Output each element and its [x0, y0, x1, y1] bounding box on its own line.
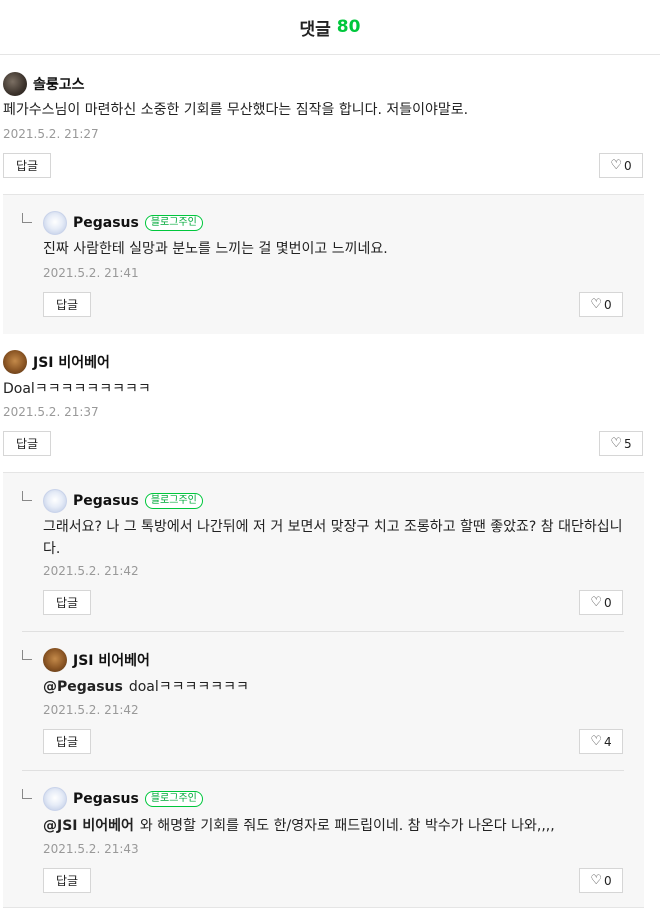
reply-button[interactable]: 답글 [43, 590, 91, 615]
like-button[interactable]: ♡ 5 [599, 431, 643, 456]
comment-author-row: Pegasus 블로그주인 [43, 787, 203, 811]
reply-indent-icon [22, 789, 32, 799]
like-button[interactable]: ♡ 0 [599, 153, 643, 178]
heart-icon: ♡ [590, 595, 602, 610]
comment-text: 페가수스님이 마련하신 소중한 기회를 무산했다는 짐작을 합니다. 저들이야말… [3, 102, 469, 118]
heart-icon: ♡ [610, 436, 622, 451]
avatar[interactable] [43, 787, 67, 811]
avatar[interactable] [43, 211, 67, 235]
comment-text: 그래서요? 나 그 톡방에서 나간뒤에 저 거 보면서 맞장구 치고 조롱하고 … [43, 519, 623, 557]
heart-icon: ♡ [590, 734, 602, 749]
comment-text: doalㅋㅋㅋㅋㅋㅋㅋ [128, 679, 249, 695]
avatar[interactable] [43, 648, 67, 672]
reply-divider [22, 770, 624, 771]
heart-icon: ♡ [590, 873, 602, 888]
comment-text: 와 해명할 기회를 줘도 한/영자로 패드립이네. 참 박수가 나온다 나와,,… [139, 818, 555, 834]
author-name[interactable]: Pegasus [73, 791, 139, 807]
comment-date: 2021.5.2. 21:42 [43, 564, 139, 578]
like-count: 0 [604, 873, 612, 888]
like-button[interactable]: ♡ 4 [579, 729, 623, 754]
reply-button[interactable]: 답글 [43, 292, 91, 317]
comment-date: 2021.5.2. 21:42 [43, 703, 139, 717]
comments-count: 80 [336, 17, 361, 37]
comment-date: 2021.5.2. 21:43 [43, 842, 139, 856]
blog-owner-badge: 블로그주인 [144, 215, 203, 231]
reply-button[interactable]: 답글 [3, 431, 51, 456]
reply-button[interactable]: 답글 [3, 153, 51, 178]
comment-text: Doalㅋㅋㅋㅋㅋㅋㅋㅋㅋ [3, 381, 151, 397]
avatar[interactable] [3, 350, 27, 374]
author-name[interactable]: 솔룽고스 [33, 74, 85, 94]
like-count: 0 [624, 158, 632, 173]
comments-header: 댓글 80 [0, 0, 660, 55]
reply-indent-icon [22, 650, 32, 660]
comment-date: 2021.5.2. 21:37 [3, 405, 99, 419]
comment-author-row: 솔룽고스 [3, 72, 85, 96]
comment-author-row: JSI 비어베어 [43, 648, 150, 672]
reply-divider [22, 631, 624, 632]
heart-icon: ♡ [590, 297, 602, 312]
comment-date: 2021.5.2. 21:27 [3, 127, 99, 141]
mention-link[interactable]: @Pegasus [43, 679, 123, 695]
comments-title: 댓글 [299, 19, 331, 40]
author-name[interactable]: Pegasus [73, 215, 139, 231]
like-count: 4 [604, 734, 612, 749]
reply-button[interactable]: 답글 [43, 868, 91, 893]
like-count: 5 [624, 436, 632, 451]
comment-text-block: @JSI 비어베어 와 해명할 기회를 줘도 한/영자로 패드립이네. 참 박수가… [43, 815, 633, 837]
mention-link[interactable]: @JSI 비어베어 [43, 818, 134, 834]
comment-author-row: JSI 비어베어 [3, 350, 110, 374]
comment-text: 진짜 사람한테 실망과 분노를 느끼는 걸 몇번이고 느끼네요. [43, 241, 388, 257]
comment-author-row: Pegasus 블로그주인 [43, 489, 203, 513]
author-name[interactable]: JSI 비어베어 [33, 352, 110, 372]
comment-text-block: @Pegasus doalㅋㅋㅋㅋㅋㅋㅋ [43, 676, 623, 698]
blog-owner-badge: 블로그주인 [144, 791, 203, 807]
like-button[interactable]: ♡ 0 [579, 292, 623, 317]
like-button[interactable]: ♡ 0 [579, 868, 623, 893]
reply-indent-icon [22, 491, 32, 501]
comment-author-row: Pegasus 블로그주인 [43, 211, 203, 235]
like-button[interactable]: ♡ 0 [579, 590, 623, 615]
heart-icon: ♡ [610, 158, 622, 173]
reply-indent-icon [22, 213, 32, 223]
author-name[interactable]: Pegasus [73, 493, 139, 509]
like-count: 0 [604, 297, 612, 312]
comment-date: 2021.5.2. 21:41 [43, 266, 139, 280]
like-count: 0 [604, 595, 612, 610]
author-name[interactable]: JSI 비어베어 [73, 650, 150, 670]
avatar[interactable] [3, 72, 27, 96]
blog-owner-badge: 블로그주인 [144, 493, 203, 509]
reply-button[interactable]: 답글 [43, 729, 91, 754]
avatar[interactable] [43, 489, 67, 513]
